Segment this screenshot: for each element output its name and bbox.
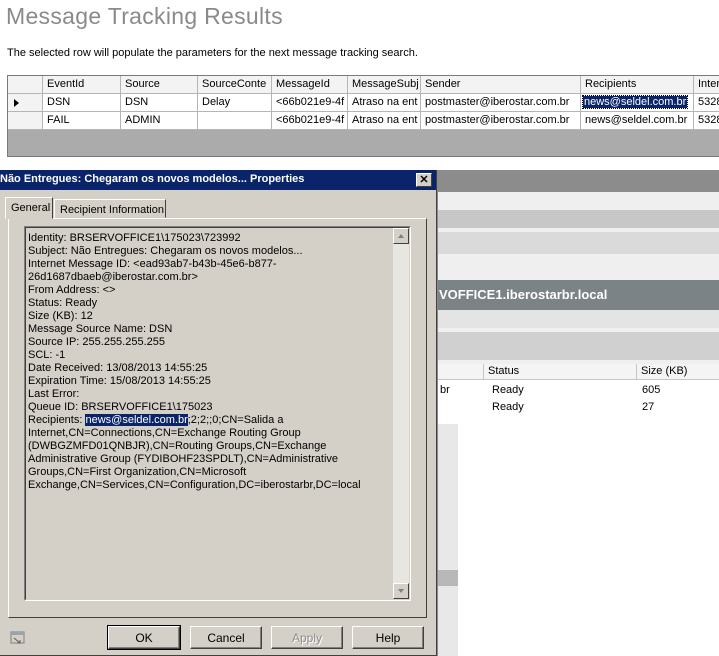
cell-internal[interactable]: 5328 <box>694 112 719 130</box>
cell-internal[interactable]: 5328 <box>694 94 719 112</box>
message-details-textbox[interactable]: Identity: BRSERVOFFICE1\175023\723992 Su… <box>24 226 411 601</box>
col-header-eventid[interactable]: EventId <box>43 76 121 94</box>
dialog-title: Não Entregues: Chegaram os novos modelos… <box>0 173 305 185</box>
cell-recipients[interactable]: news@seldel.com.br <box>581 112 694 130</box>
queue-table-header: Status Size (KB) <box>438 364 719 380</box>
cell-recipients-selected[interactable]: news@seldel.com.br <box>581 94 694 112</box>
apply-button[interactable]: Apply <box>271 626 343 649</box>
queue-cell-status[interactable]: Ready <box>492 401 524 413</box>
queue-col-size[interactable]: Size (KB) <box>637 364 719 380</box>
cell-sourcecontext[interactable] <box>198 112 272 130</box>
properties-dialog: Não Entregues: Chegaram os novos modelos… <box>0 170 437 656</box>
console-filter-panel <box>438 332 719 360</box>
grid-row[interactable]: FAIL ADMIN <66b021e9-4f Atraso na ent po… <box>8 112 719 130</box>
col-header-sourcecontext[interactable]: SourceConte <box>198 76 272 94</box>
grid-row-selected[interactable]: DSN DSN Delay <66b021e9-4f Atraso na ent… <box>8 94 719 112</box>
cell-sender[interactable]: postmaster@iberostar.com.br <box>421 112 581 130</box>
cell-source[interactable]: DSN <box>121 94 198 112</box>
background-console-window: VOFFICE1.iberostarbr.local Status Size (… <box>437 170 719 656</box>
cell-messageid[interactable]: <66b021e9-4f <box>272 112 348 130</box>
tab-general[interactable]: General <box>5 197 53 219</box>
queue-table: Status Size (KB) br Ready 605 Ready 27 <box>438 364 719 656</box>
console-actionbar <box>438 232 719 254</box>
cell-messagesubject[interactable]: Atraso na ent <box>348 112 421 130</box>
cell-messageid[interactable]: <66b021e9-4f <box>272 94 348 112</box>
scroll-down-button[interactable] <box>393 583 409 599</box>
page-subtitle: The selected row will populate the param… <box>7 47 418 59</box>
cancel-button[interactable]: Cancel <box>190 626 262 649</box>
results-grid: EventId Source SourceConte MessageId Mes… <box>7 75 719 157</box>
console-filterbar <box>438 310 719 328</box>
cell-messagesubject[interactable]: Atraso na ent <box>348 94 421 112</box>
queue-col-status[interactable]: Status <box>484 364 637 380</box>
col-header-sender[interactable]: Sender <box>421 76 581 94</box>
dialog-titlebar[interactable]: Não Entregues: Chegaram os novos modelos… <box>0 170 436 190</box>
cell-eventid[interactable]: FAIL <box>43 112 121 130</box>
queue-left-panel <box>438 424 458 656</box>
col-header-source[interactable]: Source <box>121 76 198 94</box>
queue-left-marker <box>438 570 458 586</box>
textbox-frame: Identity: BRSERVOFFICE1\175023\723992 Su… <box>25 227 410 600</box>
col-header-recipients[interactable]: Recipients <box>581 76 694 94</box>
queue-col-blank[interactable] <box>438 364 484 380</box>
queue-cell-size[interactable]: 605 <box>642 384 660 396</box>
general-tab-panel: Identity: BRSERVOFFICE1\175023\723992 Su… <box>8 218 427 618</box>
scroll-down-icon <box>398 589 404 593</box>
close-button[interactable]: ✕ <box>416 173 432 187</box>
tab-recipient-information[interactable]: Recipient Information <box>54 199 166 218</box>
grid-header-row: EventId Source SourceConte MessageId Mes… <box>8 76 719 94</box>
col-header-internal[interactable]: Inter <box>694 76 719 94</box>
cell-source[interactable]: ADMIN <box>121 112 198 130</box>
col-header-messagesubject[interactable]: MessageSubj <box>348 76 421 94</box>
scroll-up-icon <box>398 234 404 238</box>
cell-sender[interactable]: postmaster@iberostar.com.br <box>421 94 581 112</box>
window-help-icon <box>10 631 25 644</box>
queue-cell-size[interactable]: 27 <box>642 401 654 413</box>
ok-button[interactable]: OK <box>107 625 181 650</box>
console-toolbar <box>438 170 719 192</box>
scroll-up-button[interactable] <box>393 228 409 244</box>
col-header-messageid[interactable]: MessageId <box>272 76 348 94</box>
row-pointer-icon <box>14 99 19 107</box>
highlighted-recipient: news@seldel.com.br <box>85 414 188 426</box>
page-title: Message Tracking Results <box>6 3 283 29</box>
queue-cell-status[interactable]: Ready <box>492 384 524 396</box>
queue-cell-left[interactable]: br <box>440 384 450 396</box>
selected-recipient-text: news@seldel.com.br <box>581 95 689 109</box>
row-selector[interactable] <box>8 112 43 130</box>
close-icon: ✕ <box>419 174 429 186</box>
grid-corner <box>8 76 43 94</box>
server-title-banner: VOFFICE1.iberostarbr.local <box>438 280 719 310</box>
vertical-scrollbar[interactable] <box>393 228 409 599</box>
details-text: Identity: BRSERVOFFICE1\175023\723992 Su… <box>28 232 303 426</box>
help-button[interactable]: Help <box>352 626 424 649</box>
message-details-text: Identity: BRSERVOFFICE1\175023\723992 Su… <box>28 232 390 492</box>
cell-eventid[interactable]: DSN <box>43 94 121 112</box>
row-selector[interactable] <box>8 94 43 112</box>
cell-sourcecontext[interactable]: Delay <box>198 94 272 112</box>
console-menubar <box>438 210 719 228</box>
